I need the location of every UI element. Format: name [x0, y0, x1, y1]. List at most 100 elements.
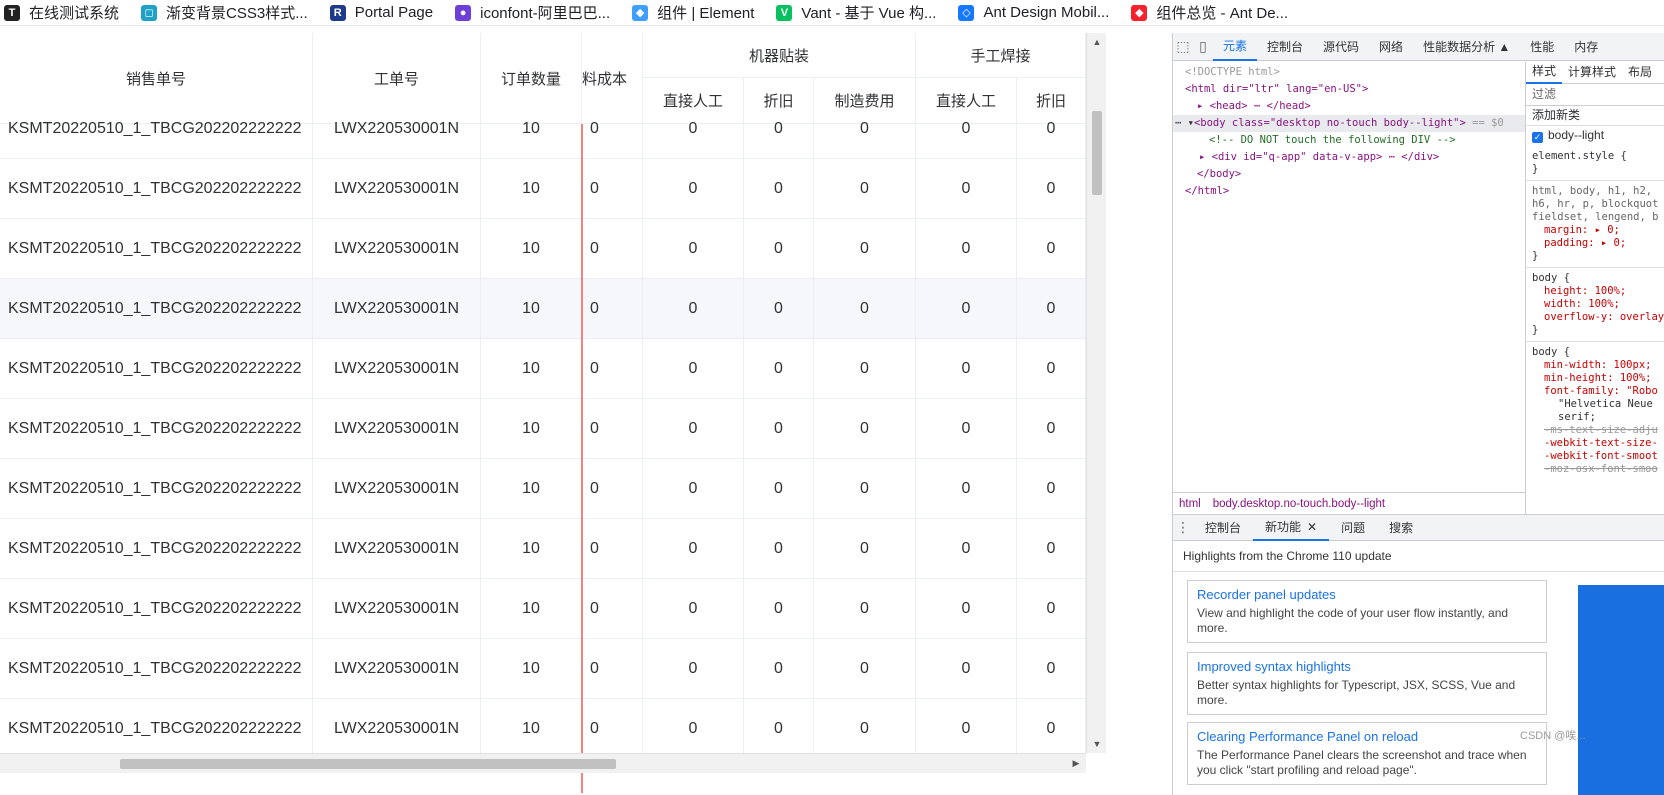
devtools-tab[interactable]: 源代码: [1313, 33, 1369, 61]
dom-html-close[interactable]: </html>: [1173, 183, 1525, 200]
scroll-right-icon[interactable]: ▶: [1066, 758, 1086, 769]
table-cell: 10: [481, 399, 582, 459]
dom-comment[interactable]: <!-- DO NOT touch the following DIV -->: [1173, 132, 1525, 149]
table-row[interactable]: KSMT20220510_1_TBCG202202222222 LWX220530…: [0, 399, 1086, 459]
bookmark-item[interactable]: ◻ 渐变背景CSS3样式...: [141, 0, 308, 25]
table-cell: 0: [814, 99, 916, 159]
close-icon[interactable]: ✕: [1307, 520, 1317, 534]
table-row[interactable]: KSMT20220510_1_TBCG202202222222 LWX220530…: [0, 639, 1086, 699]
table-row[interactable]: KSMT20220510_1_TBCG202202222222 LWX220530…: [0, 699, 1086, 759]
table-row[interactable]: KSMT20220510_1_TBCG202202222222 LWX220530…: [0, 339, 1086, 399]
rule-body-2[interactable]: body { min-width: 100px; min-height: 100…: [1526, 342, 1664, 480]
bookmark-item[interactable]: R Portal Page: [329, 0, 433, 25]
table-row[interactable]: KSMT20220510_1_TBCG202202222222 LWX220530…: [0, 279, 1086, 339]
scroll-down-icon[interactable]: ▼: [1087, 739, 1107, 749]
dom-body-close[interactable]: </body>: [1173, 166, 1525, 183]
table-cell: KSMT20220510_1_TBCG202202222222: [0, 699, 313, 759]
tab-styles[interactable]: 样式: [1526, 62, 1563, 84]
breadcrumb-html[interactable]: html: [1179, 498, 1201, 510]
table-cell: 0: [814, 279, 916, 339]
horizontal-scroll-thumb[interactable]: [120, 759, 616, 769]
drawer-tab-issues[interactable]: 问题: [1329, 515, 1377, 541]
table-cell: 0: [1017, 459, 1086, 519]
rule-element-style[interactable]: element.style {}: [1526, 146, 1664, 181]
table-cell: 0: [916, 279, 1017, 339]
table-row[interactable]: KSMT20220510_1_TBCG202202222222 LWX220530…: [0, 99, 1086, 159]
table-cell: 0: [744, 159, 814, 219]
vertical-scrollbar[interactable]: ▲ ▼: [1086, 33, 1106, 753]
drawer-tab-whats-new[interactable]: 新功能 ✕: [1253, 515, 1330, 541]
devtools-tab[interactable]: 控制台: [1257, 33, 1313, 61]
news-card-desc: Better syntax highlights for Typescript,…: [1197, 678, 1516, 707]
breadcrumb-body[interactable]: body.desktop.no-touch.body--light: [1213, 498, 1385, 510]
dom-doctype[interactable]: <!DOCTYPE html>: [1173, 64, 1525, 81]
table-cell: LWX220530001N: [313, 459, 481, 519]
news-card-title[interactable]: Recorder panel updates: [1197, 587, 1537, 602]
table-cell: LWX220530001N: [313, 159, 481, 219]
table-cell: 10: [481, 159, 582, 219]
inspect-icon[interactable]: ⬚: [1173, 33, 1193, 61]
bookmark-item[interactable]: ● iconfont-阿里巴巴...: [455, 0, 610, 25]
table-cell: 0: [1017, 279, 1086, 339]
table-cell: 0: [744, 279, 814, 339]
table-row[interactable]: KSMT20220510_1_TBCG202202222222 LWX220530…: [0, 459, 1086, 519]
styles-filter-input[interactable]: 过滤: [1526, 84, 1664, 106]
devtools-tab[interactable]: 元素: [1213, 33, 1258, 61]
table-cell: 0: [1017, 339, 1086, 399]
horizontal-scrollbar[interactable]: ▶: [0, 753, 1086, 773]
scroll-up-icon[interactable]: ▲: [1087, 37, 1107, 47]
devtools-panel: ⬚ ▯ 元素 控制台 源代码 网络 性能数据分析 ▲ 性能 内存 <!DOCTYPE htm…: [1172, 33, 1664, 795]
rule-reset[interactable]: html, body, h1, h2, h6, hr, p, blockquot…: [1526, 181, 1664, 268]
bookmark-item[interactable]: ◇ Ant Design Mobil...: [958, 0, 1109, 25]
breadcrumb: html body.desktop.no-touch.body--light: [1173, 492, 1525, 514]
table-cell: LWX220530001N: [313, 339, 481, 399]
vertical-scroll-thumb[interactable]: [1092, 111, 1102, 195]
table-cell: 0: [916, 219, 1017, 279]
bookmark-item[interactable]: T 在线测试系统: [4, 0, 119, 25]
checkbox-icon[interactable]: ✓: [1532, 132, 1543, 143]
tab-computed[interactable]: 计算样式: [1562, 62, 1622, 84]
table-row[interactable]: KSMT20220510_1_TBCG202202222222 LWX220530…: [0, 519, 1086, 579]
table-row[interactable]: KSMT20220510_1_TBCG202202222222 LWX220530…: [0, 159, 1086, 219]
bookmark-item[interactable]: ◆ 组件 | Element: [632, 0, 754, 25]
table-cell: 0: [744, 699, 814, 759]
dom-head-text: <head> ⋯ </head>: [1209, 100, 1311, 112]
add-class-input[interactable]: 添加新类: [1526, 106, 1664, 126]
rule-body-1[interactable]: body { height: 100%; width: 100%; overfl…: [1526, 268, 1664, 342]
class-toggle-row[interactable]: ✓ body--light: [1526, 126, 1664, 146]
dom-body-selected[interactable]: ⋯ ▾<body class="desktop no-touch body--l…: [1173, 115, 1525, 132]
devtools-tab[interactable]: 网络: [1369, 33, 1413, 61]
table-cell: 0: [582, 159, 643, 219]
devtools-tab[interactable]: 性能: [1520, 33, 1564, 61]
news-card-title[interactable]: Clearing Performance Panel on reload: [1197, 729, 1537, 744]
bookmarks-bar: T 在线测试系统 ◻ 渐变背景CSS3样式... R Portal Page ● iconfo…: [0, 0, 1664, 26]
table-cell: 0: [643, 699, 744, 759]
table-cell: 0: [643, 99, 744, 159]
styles-tabs: 样式 计算样式 布局: [1526, 62, 1664, 84]
device-toolbar-icon[interactable]: ▯: [1193, 33, 1213, 61]
bookmark-item[interactable]: ◆ 组件总览 - Ant De...: [1131, 0, 1289, 25]
table-cell: KSMT20220510_1_TBCG202202222222: [0, 99, 313, 159]
dom-html[interactable]: <html dir="ltr" lang="en-US">: [1173, 81, 1525, 98]
news-card[interactable]: Improved syntax highlights Better syntax…: [1187, 652, 1547, 715]
devtools-tab[interactable]: 性能数据分析 ▲: [1413, 33, 1520, 61]
drawer-tab-console[interactable]: 控制台: [1193, 515, 1253, 541]
news-card[interactable]: Clearing Performance Panel on reload The…: [1187, 722, 1547, 785]
dom-head[interactable]: ▸ <head> ⋯ </head>: [1173, 98, 1525, 115]
data-table: 销售单号 工单号 订单数量 料成本 机器贴装 手工焊接 直接人工 折旧 制造费用…: [0, 33, 1108, 795]
table-row[interactable]: KSMT20220510_1_TBCG202202222222 LWX220530…: [0, 219, 1086, 279]
bookmark-label: 组件总览 - Ant De...: [1156, 5, 1289, 22]
table-cell: LWX220530001N: [313, 699, 481, 759]
drawer-tab-search[interactable]: 搜索: [1377, 515, 1425, 541]
table-cell: 0: [814, 519, 916, 579]
news-card[interactable]: Recorder panel updates View and highligh…: [1187, 580, 1547, 643]
tab-layout[interactable]: 布局: [1622, 62, 1658, 84]
bookmark-item[interactable]: V Vant - 基于 Vue 构...: [776, 0, 936, 25]
devtools-tab[interactable]: 内存: [1564, 33, 1608, 61]
drawer-menu-icon[interactable]: ⋮: [1173, 514, 1193, 542]
dom-div-qapp[interactable]: ▸ <div id="q-app" data-v-app> ⋯ </div>: [1173, 149, 1525, 166]
table-row[interactable]: KSMT20220510_1_TBCG202202222222 LWX220530…: [0, 579, 1086, 639]
table-cell: 0: [1017, 519, 1086, 579]
news-card-title[interactable]: Improved syntax highlights: [1197, 659, 1537, 674]
table-cell: 10: [481, 99, 582, 159]
